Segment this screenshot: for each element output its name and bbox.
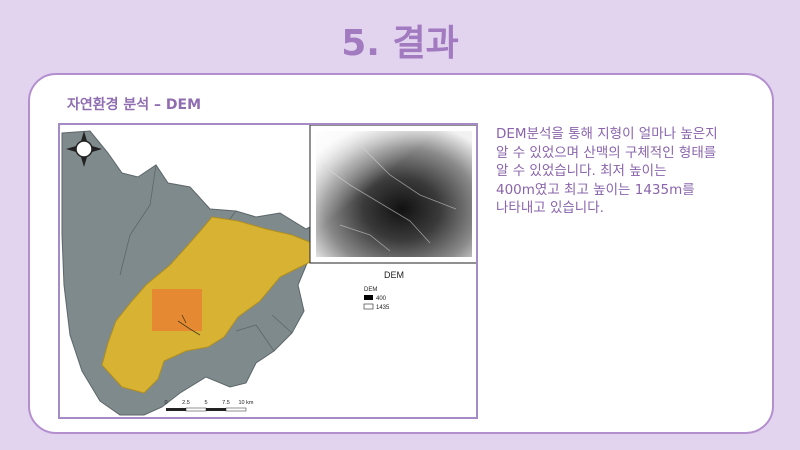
legend-title: DEM (364, 287, 377, 293)
scale-tick: 7.5 (222, 400, 230, 406)
content-card: 자연환경 분석 – DEM DEM DEM 400 1435 0 2.5 5 7… (28, 73, 774, 434)
section-heading: 자연환경 분석 – DEM (67, 97, 202, 113)
legend-low-label: 400 (376, 296, 387, 302)
map-figure: DEM DEM 400 1435 0 2.5 5 7.5 10 km (58, 123, 478, 419)
dem-legend: DEM 400 1435 (363, 287, 390, 311)
slide-title: 5. 결과 (341, 23, 459, 64)
scale-tick: 2.5 (182, 400, 190, 406)
scale-tick: 0 (164, 400, 167, 406)
legend-high-label: 1435 (376, 305, 390, 311)
legend-swatch-high (363, 303, 374, 310)
dem-inset (309, 125, 476, 264)
legend-swatch-low (364, 295, 373, 300)
scale-tick: 5 (204, 400, 207, 406)
scale-tick: 10 km (239, 400, 254, 406)
dem-inset-title: DEM (384, 270, 404, 280)
focus-area (152, 289, 202, 331)
description-text: DEM분석을 통해 지형이 얼마나 높은지 알 수 있었으며 산맥의 구체적인 … (496, 126, 718, 216)
scale-bar: 0 2.5 5 7.5 10 km (164, 400, 254, 412)
